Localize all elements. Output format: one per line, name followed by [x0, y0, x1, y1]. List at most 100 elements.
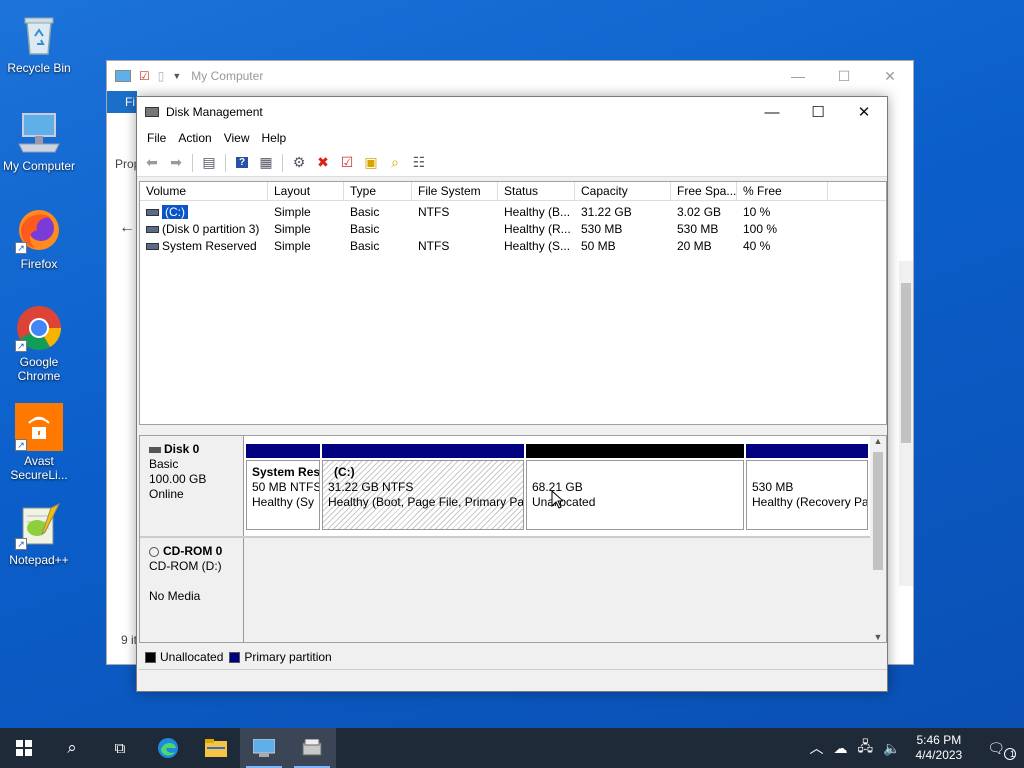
col-percent-free[interactable]: % Free — [737, 182, 828, 200]
properties-icon[interactable]: ☑ — [139, 69, 150, 83]
close-button[interactable]: ✕ — [867, 61, 913, 91]
legend-primary-swatch — [229, 651, 241, 663]
back-arrow-icon[interactable]: ← — [119, 219, 135, 237]
desktop-icon-label: Google Chrome — [17, 355, 61, 383]
search-folder-icon[interactable]: ⌕ — [384, 152, 406, 174]
chevron-down-icon[interactable]: ▼ — [172, 71, 181, 81]
taskbar-file-explorer[interactable] — [192, 728, 240, 768]
desktop-icon-chrome[interactable]: ↗ Google Chrome — [1, 304, 77, 383]
menu-action[interactable]: Action — [172, 131, 217, 145]
delete-icon[interactable]: ✖ — [312, 152, 334, 174]
explorer-scrollbar[interactable] — [899, 261, 913, 586]
folder-up-icon[interactable]: ▣ — [360, 152, 382, 174]
table-row[interactable]: (C:) Simple Basic NTFS Healthy (B... 31.… — [140, 203, 886, 220]
shortcut-arrow-icon: ↗ — [15, 242, 27, 254]
back-arrow-icon[interactable]: ⬅ — [141, 152, 163, 174]
desktop-icon-label: Recycle Bin — [7, 61, 71, 75]
check-icon[interactable]: ☑ — [336, 152, 358, 174]
table-row[interactable]: (Disk 0 partition 3) Simple Basic Health… — [140, 220, 886, 237]
taskbar: ⌕ ⧉ ︿ ☁ 🖧 🔈 5:46 PM 4/4/2023 🗨 1 — [0, 728, 1024, 768]
desktop-icon-label: Firefox — [20, 257, 58, 271]
start-button[interactable] — [0, 728, 48, 768]
partition-name: System Res — [252, 465, 320, 479]
connect-icon[interactable]: ⚙ — [288, 152, 310, 174]
legend-primary: Primary partition — [244, 650, 332, 664]
show-hide-tree-icon[interactable]: ▤ — [198, 152, 220, 174]
maximize-button[interactable]: ☐ — [821, 61, 867, 91]
partition-system-reserved[interactable]: System Res 50 MB NTFS Healthy (Sy — [246, 444, 320, 530]
help-icon[interactable]: ? — [231, 152, 253, 174]
desktop-icon-recycle-bin[interactable]: Recycle Bin — [1, 10, 77, 75]
partition-bar — [526, 444, 744, 458]
notepadpp-icon: ↗ — [15, 502, 63, 550]
cell-capacity: 50 MB — [581, 238, 616, 253]
cdrom0-media: No Media — [149, 589, 201, 603]
taskbar-edge[interactable] — [144, 728, 192, 768]
maximize-button[interactable]: ☐ — [795, 97, 841, 127]
taskbar-disk-management[interactable] — [288, 728, 336, 768]
cell-status: Healthy (S... — [504, 238, 571, 253]
menu-help[interactable]: Help — [256, 131, 293, 145]
task-view-button[interactable]: ⧉ — [96, 728, 144, 768]
ribbon-file-tab[interactable]: Fi — [107, 91, 137, 113]
disk-management-icon — [302, 739, 322, 756]
clock[interactable]: 5:46 PM 4/4/2023 — [906, 733, 973, 763]
clock-date: 4/4/2023 — [915, 748, 963, 762]
volume-icon[interactable]: 🔈 — [878, 740, 905, 757]
disk-management-window[interactable]: Disk Management — ☐ ✕ File Action View H… — [136, 96, 888, 692]
disk0-type: Basic — [149, 457, 179, 471]
desktop-icon-notepadpp[interactable]: ↗ Notepad++ — [1, 502, 77, 567]
cdrom-area[interactable] — [244, 538, 872, 642]
cell-free: 20 MB — [677, 238, 712, 253]
cdrom0-label[interactable]: CD-ROM 0 CD-ROM (D:) No Media — [140, 538, 244, 642]
partition-recovery[interactable]: 530 MB Healthy (Recovery Pa — [746, 444, 868, 530]
partition-c[interactable]: (C:) 31.22 GB NTFS Healthy (Boot, Page F… — [322, 444, 524, 530]
col-volume[interactable]: Volume — [140, 182, 268, 200]
onedrive-cloud-icon[interactable]: ☁ — [828, 740, 852, 757]
properties-icon[interactable]: ▦ — [255, 152, 277, 174]
cell-layout: Simple — [274, 221, 311, 236]
taskbar-my-computer[interactable] — [240, 728, 288, 768]
forward-arrow-icon[interactable]: ➡ — [165, 152, 187, 174]
chrome-icon: ↗ — [15, 304, 63, 352]
legend-unallocated-swatch — [145, 651, 156, 663]
menu-file[interactable]: File — [141, 131, 172, 145]
desktop-icon-my-computer[interactable]: My Computer — [1, 108, 77, 173]
disk-graphical-view[interactable]: Disk 0 Basic 100.00 GB Online System Res… — [139, 435, 887, 643]
search-button[interactable]: ⌕ — [48, 728, 96, 768]
minimize-button[interactable]: — — [749, 97, 795, 127]
notifications-button[interactable]: 🗨 1 — [972, 740, 1024, 760]
col-status[interactable]: Status — [498, 182, 575, 200]
desktop-icon-avast[interactable]: ↗ Avast SecureLi... — [1, 403, 77, 482]
table-row[interactable]: System Reserved Simple Basic NTFS Health… — [140, 237, 886, 254]
col-free-space[interactable]: Free Spa... — [671, 182, 737, 200]
dm-titlebar[interactable]: Disk Management — ☐ ✕ — [137, 97, 887, 127]
search-icon: ⌕ — [67, 738, 77, 757]
col-layout[interactable]: Layout — [268, 182, 344, 200]
partition-bar — [322, 444, 524, 458]
computer-icon — [253, 739, 275, 757]
list-view-icon[interactable]: ☷ — [408, 152, 430, 174]
col-type[interactable]: Type — [344, 182, 412, 200]
network-icon[interactable]: 🖧 — [852, 736, 878, 760]
col-capacity[interactable]: Capacity — [575, 182, 671, 200]
close-button[interactable]: ✕ — [841, 97, 887, 127]
partition-unallocated[interactable]: 68.21 GB Unallocated — [526, 444, 744, 530]
chevron-up-icon[interactable]: ︿ — [804, 738, 828, 758]
desktop-icon-firefox[interactable]: ↗ Firefox — [1, 206, 77, 271]
partition-bar — [246, 444, 320, 458]
scroll-down-icon[interactable]: ▼ — [870, 632, 886, 642]
status-bar — [139, 669, 887, 691]
col-file-system[interactable]: File System — [412, 182, 498, 200]
scrollbar-thumb[interactable] — [873, 452, 883, 570]
volume-list[interactable]: Volume Layout Type File System Status Ca… — [139, 181, 887, 425]
explorer-titlebar[interactable]: ☑ ▯ ▼ My Computer — ☐ ✕ — [107, 61, 913, 91]
minimize-button[interactable]: — — [775, 61, 821, 91]
volume-name: System Reserved — [162, 238, 257, 253]
disk-view-scrollbar[interactable]: ▲ ▼ — [870, 436, 886, 642]
scroll-up-icon[interactable]: ▲ — [870, 436, 886, 446]
menu-view[interactable]: View — [218, 131, 256, 145]
folder-icon — [205, 739, 227, 757]
new-folder-icon[interactable]: ▯ — [158, 69, 165, 83]
disk0-label[interactable]: Disk 0 Basic 100.00 GB Online — [140, 436, 244, 538]
